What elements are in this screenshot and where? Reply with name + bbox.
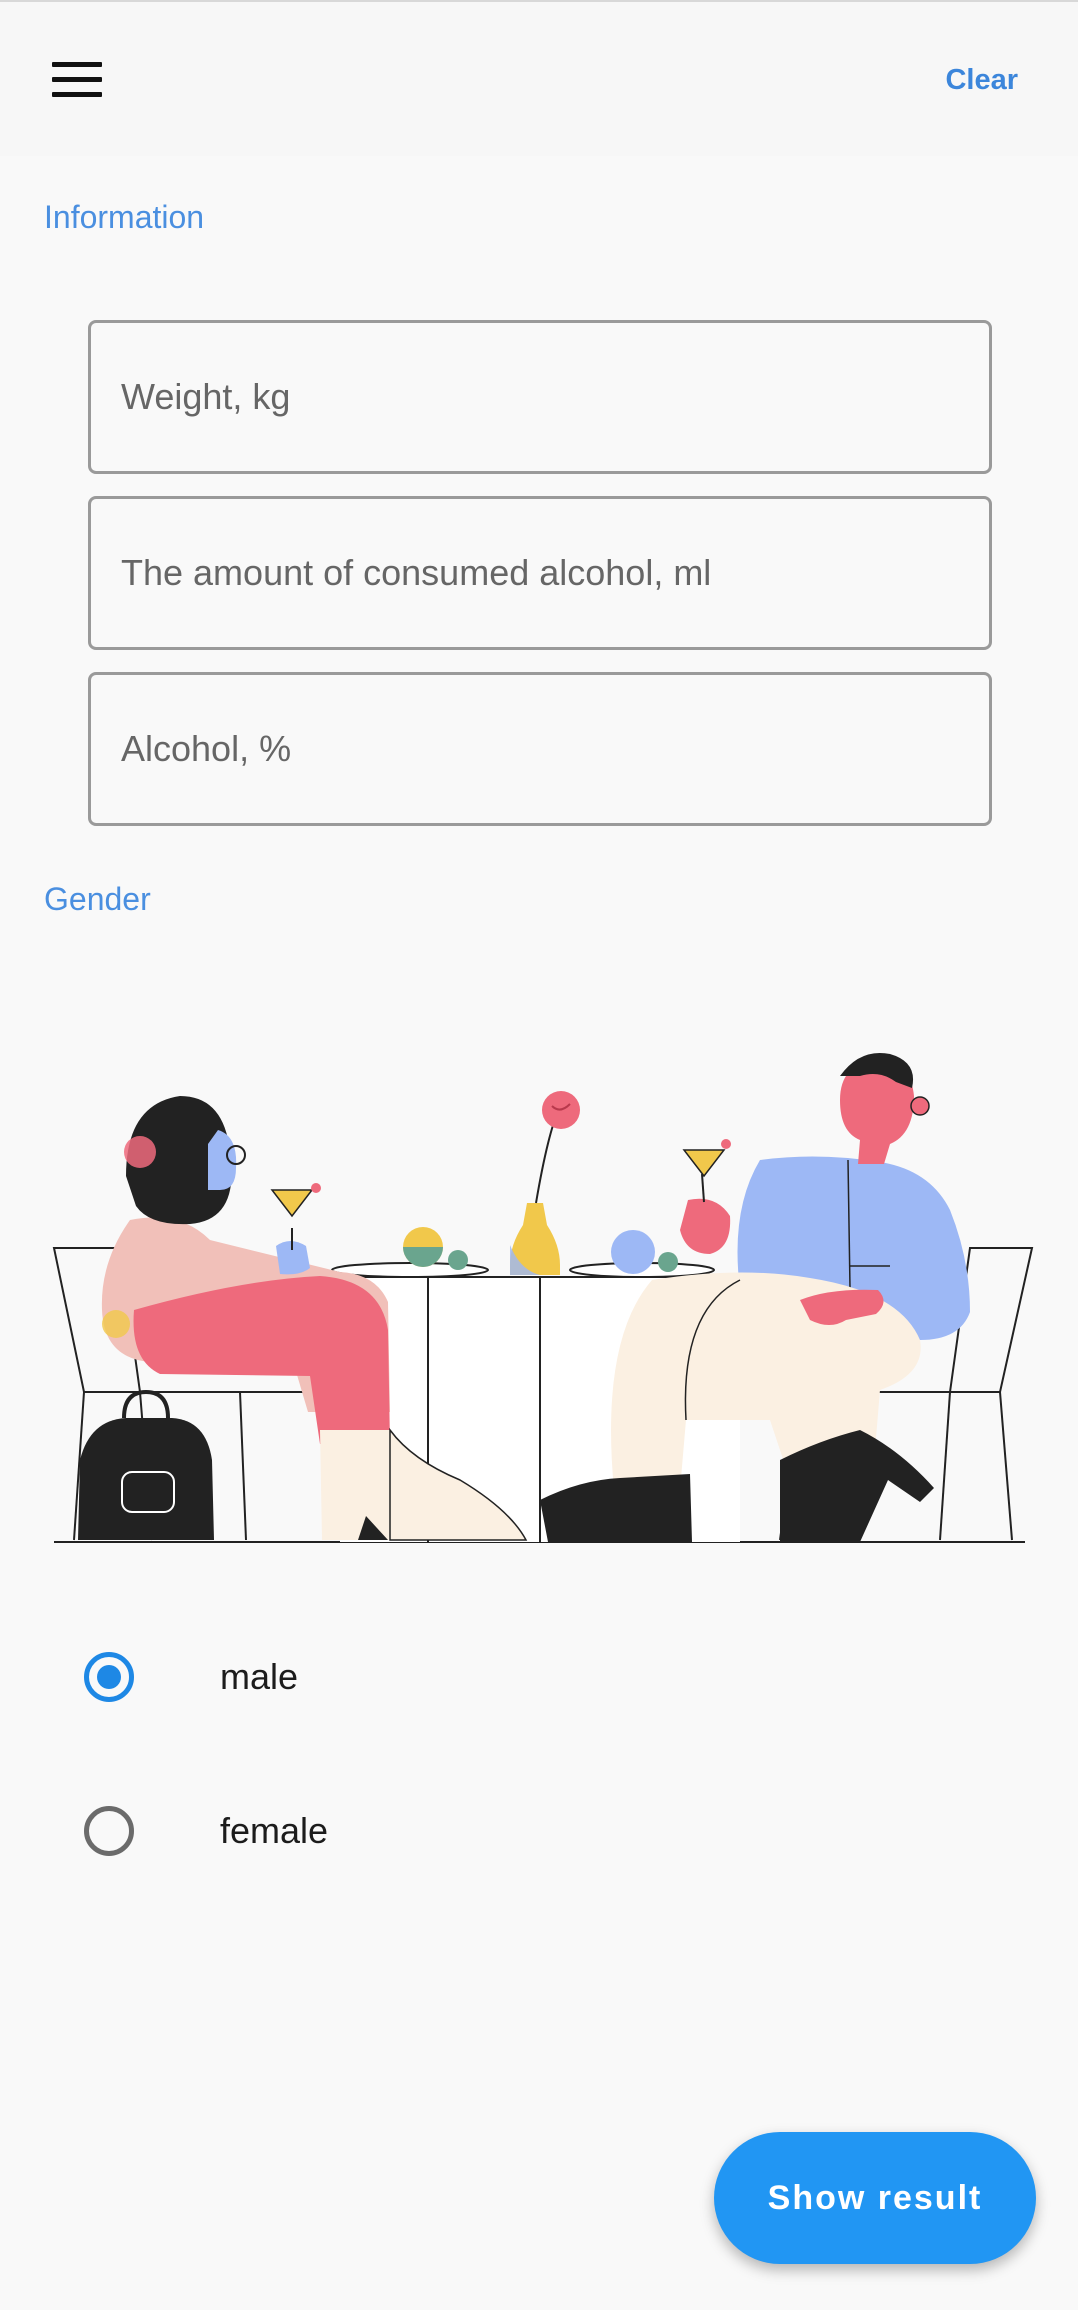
radio-male[interactable] (84, 1652, 134, 1702)
gender-option-female[interactable]: female (60, 1770, 660, 1890)
menu-icon-line (52, 92, 102, 97)
alcohol-percent-input[interactable] (91, 675, 989, 823)
alcohol-amount-field[interactable] (88, 496, 992, 650)
gender-option-male[interactable]: male (60, 1616, 660, 1736)
couple-at-table-illustration (52, 1052, 1034, 1543)
radio-female[interactable] (84, 1806, 134, 1856)
menu-icon-line (52, 77, 102, 82)
show-result-button[interactable]: Show result (714, 2132, 1036, 2264)
gender-option-label: male (220, 1656, 299, 1697)
alcohol-amount-input[interactable] (91, 499, 989, 647)
app-screen: Clear Information Gender (0, 0, 1078, 2310)
alcohol-percent-field[interactable] (88, 672, 992, 826)
weight-input[interactable] (91, 323, 989, 471)
gender-section-label: Gender (44, 881, 151, 917)
clear-button[interactable]: Clear (945, 58, 1018, 102)
weight-field[interactable] (88, 320, 992, 474)
app-bar: Clear (0, 2, 1078, 156)
gender-option-label: female (220, 1810, 329, 1851)
information-section-label: Information (44, 199, 205, 235)
menu-icon[interactable] (34, 46, 120, 116)
menu-icon-line (52, 62, 102, 67)
